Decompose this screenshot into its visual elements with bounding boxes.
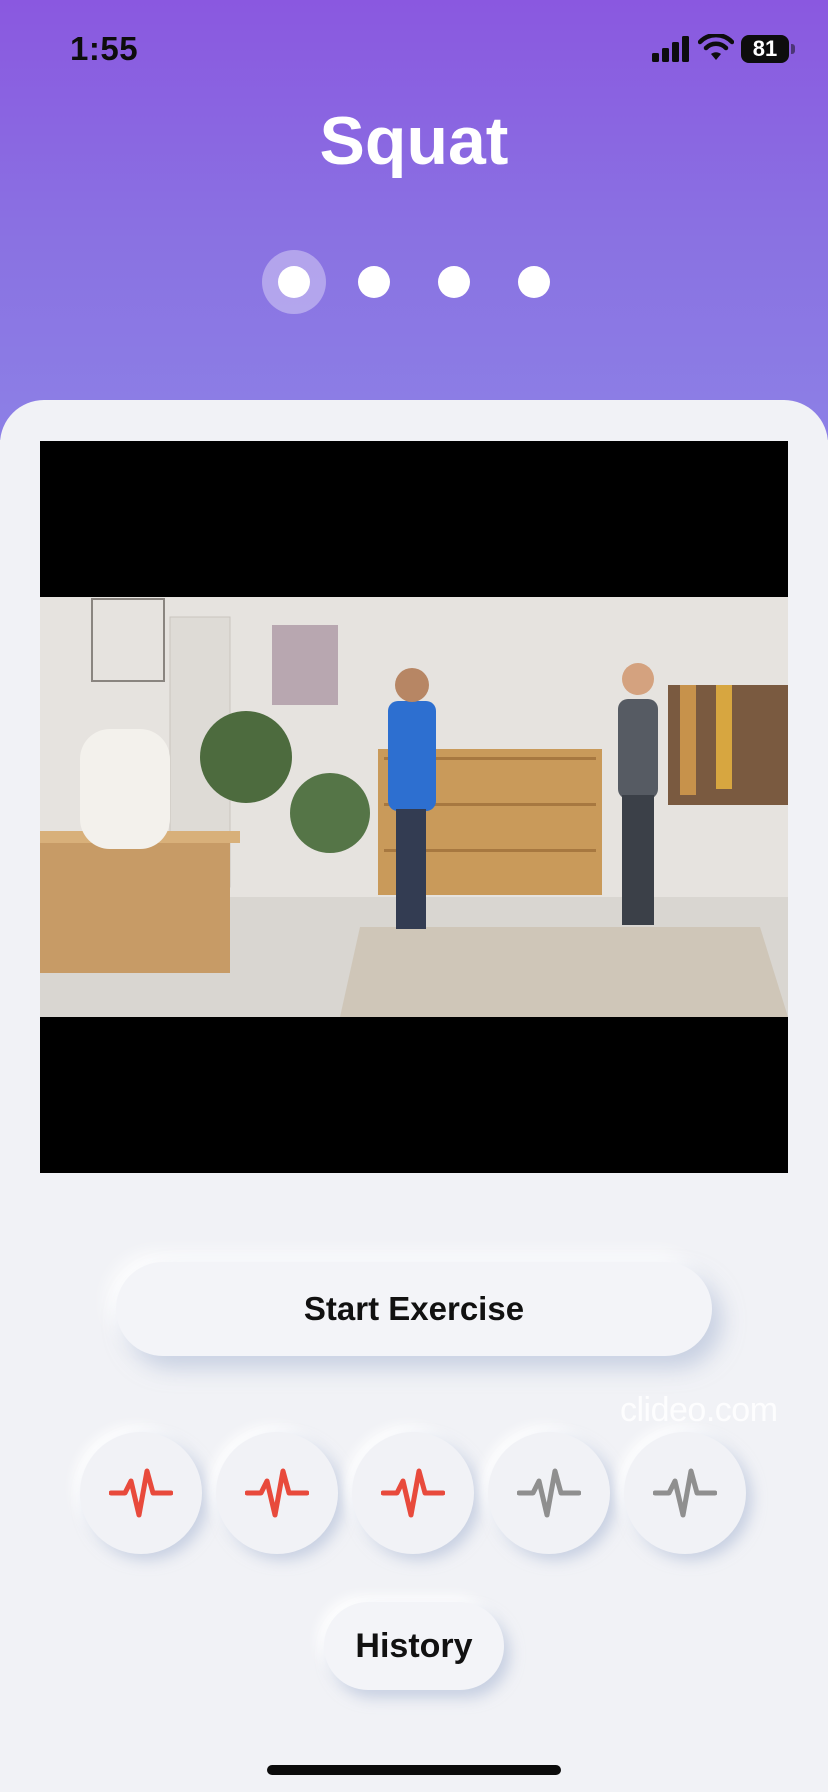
page-dot-2[interactable] [358,266,390,298]
heart-rate-indicator-4[interactable] [488,1432,610,1554]
page-dot-1[interactable] [278,266,310,298]
page-dot-4[interactable] [518,266,550,298]
page-dot-3[interactable] [438,266,470,298]
wifi-icon [698,34,734,60]
cellular-signal-icon [652,36,689,62]
home-indicator[interactable] [267,1765,561,1775]
heart-rate-indicator-5[interactable] [624,1432,746,1554]
heart-rate-indicator-1[interactable] [80,1432,202,1554]
heartbeat-icon [109,1468,173,1518]
heart-rate-indicator-3[interactable] [352,1432,474,1554]
heartbeat-icon [381,1468,445,1518]
heartbeat-icon [517,1468,581,1518]
status-bar: 1:55 81 [0,0,828,100]
heartbeat-icon [245,1468,309,1518]
exercise-video[interactable]: clideo.com [40,441,788,1429]
history-button[interactable]: History [324,1602,504,1690]
status-time: 1:55 [70,30,139,67]
heart-rate-indicator-2[interactable] [216,1432,338,1554]
video-frame [40,597,788,1017]
battery-indicator: 81 [741,35,789,63]
start-exercise-button[interactable]: Start Exercise [116,1262,712,1356]
battery-tip [791,44,795,54]
page-title: Squat [319,103,509,179]
video-watermark: clideo.com [620,1391,778,1429]
heartbeat-icon [653,1468,717,1518]
heart-rate-row [0,1432,828,1556]
page-indicator[interactable] [0,250,828,314]
